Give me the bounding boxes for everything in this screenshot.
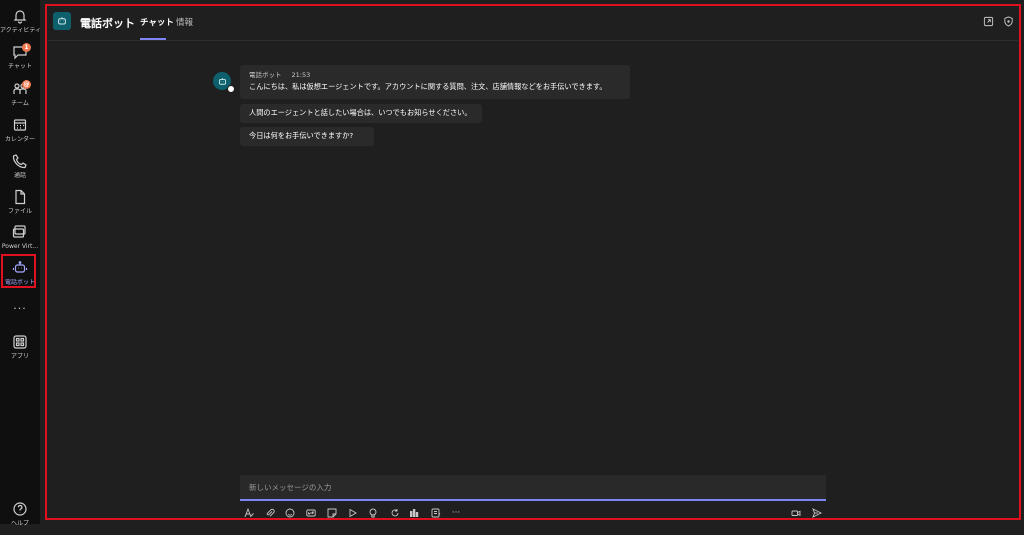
page-title: 電話ボット: [80, 17, 135, 30]
message-sender: 電話ボット: [249, 71, 282, 79]
rail-label: カレンダー: [4, 136, 35, 143]
unread-badge: 1: [22, 43, 31, 52]
tab-info[interactable]: 情報: [176, 16, 193, 28]
message-meta: 電話ボット 21:53: [249, 69, 621, 79]
active-tab-indicator: [140, 38, 166, 40]
rail-label: ヘルプ: [10, 520, 29, 527]
message-text: こんにちは、私は仮想エージェントです。アカウントに関する質問、注文、店舗情報など…: [249, 82, 607, 91]
rail-label: 通話: [13, 172, 26, 179]
more-options-icon[interactable]: ···: [450, 507, 462, 519]
rail-label: ファイル: [7, 208, 32, 215]
rail-item-files[interactable]: ファイル: [0, 187, 40, 223]
video-clip-icon[interactable]: [790, 507, 802, 519]
rail-label: Power Virt...: [1, 243, 39, 250]
rail-item-calendar[interactable]: カレンダー: [0, 115, 40, 151]
rail-item-apps[interactable]: アプリ: [0, 332, 40, 368]
rail-label: チーム: [11, 100, 29, 107]
rail-label: アクティビティ: [0, 27, 40, 34]
tab-chat[interactable]: チャット: [140, 16, 174, 28]
message-bubble[interactable]: 電話ボット 21:53 こんにちは、私は仮想エージェントです。アカウントに関する質…: [240, 65, 630, 99]
bot-avatar: [53, 12, 71, 30]
approvals-icon[interactable]: [408, 507, 420, 519]
gif-icon[interactable]: [305, 507, 317, 519]
presence-indicator: [227, 85, 235, 93]
bell-icon: [10, 6, 30, 26]
calendar-icon: [10, 115, 30, 135]
message-bubble[interactable]: 人間のエージェントと話したい場合は、いつでもお知らせください。: [240, 104, 482, 123]
attach-icon[interactable]: [264, 507, 276, 519]
rail-item-calls[interactable]: 通話: [0, 151, 40, 187]
apps-icon: [10, 332, 30, 352]
popout-icon[interactable]: [982, 15, 994, 27]
message-text: 人間のエージェントと話したい場合は、いつでもお知らせください。: [249, 108, 472, 117]
message-bubble[interactable]: 今日は何をお手伝いできますか?: [240, 127, 374, 146]
sticker-icon[interactable]: [326, 507, 338, 519]
more-apps-button[interactable]: ···: [0, 302, 40, 315]
mention-badge: @: [22, 80, 31, 89]
shield-icon[interactable]: [1002, 15, 1014, 27]
send-icon[interactable]: [811, 507, 823, 519]
compose-toolbar: ···: [0, 507, 1024, 519]
loop-icon[interactable]: [389, 507, 401, 519]
rail-item-teams[interactable]: @ チーム: [0, 79, 40, 115]
rail-item-activity[interactable]: アクティビティ: [0, 6, 40, 42]
message-input[interactable]: [240, 475, 826, 499]
app-rail: アクティビティ 1 チャット @ チーム カレンダー 通話 ファイル Power…: [0, 0, 40, 527]
rail-label: チャット: [8, 63, 32, 70]
rail-item-power-virtual-agents[interactable]: Power Virt...: [0, 222, 40, 258]
chat-header: 電話ボット チャット 情報: [48, 6, 1018, 41]
rail-label: アプリ: [10, 353, 29, 360]
emoji-icon[interactable]: [284, 507, 296, 519]
praise-icon[interactable]: [367, 507, 379, 519]
forms-icon[interactable]: [430, 507, 442, 519]
format-icon[interactable]: [243, 507, 255, 519]
selection-highlight: [1, 254, 36, 288]
file-icon: [10, 187, 30, 207]
message-text: 今日は何をお手伝いできますか?: [249, 131, 354, 140]
meet-now-icon[interactable]: [347, 507, 359, 519]
compose-box: [240, 475, 826, 501]
rail-item-chat[interactable]: 1 チャット: [0, 42, 40, 78]
power-virtual-agents-icon: [10, 222, 30, 242]
message-time: 21:53: [291, 71, 311, 79]
phone-icon: [10, 151, 30, 171]
